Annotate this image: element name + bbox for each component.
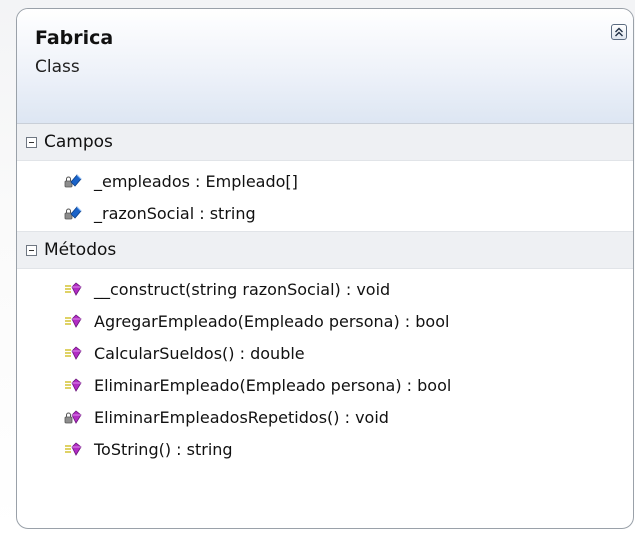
private-method-icon [64,410,82,424]
class-name: Fabrica [35,27,114,49]
method-text: EliminarEmpleadosRepetidos() : void [94,407,389,427]
class-header[interactable]: Fabrica Class [17,9,633,124]
public-method-icon [65,314,82,328]
methods-list: __construct(string razonSocial) : void A… [17,269,633,465]
class-diagram-canvas: Fabrica Class Campos _empleados: Emplea… [0,0,635,536]
field-text: _razonSocial : string [94,203,256,223]
method-text: CalcularSueldos() : double [94,343,305,363]
public-method-icon [65,442,82,456]
method-row[interactable]: CalcularSueldos() : double [17,337,633,369]
public-method-icon [65,282,82,296]
method-row[interactable]: EliminarEmpleado(Empleado persona) : boo… [17,369,633,401]
public-method-icon [65,378,82,392]
field-row[interactable]: _razonSocial : string [17,197,633,229]
collapse-methods-toggle[interactable] [26,244,37,256]
field-row[interactable]: _empleados : Empleado[] [17,165,633,197]
method-row[interactable]: AgregarEmpleado(Empleado persona) : bool [17,305,633,337]
method-row[interactable]: __construct(string razonSocial) : void [17,273,633,305]
section-header-methods[interactable]: Métodos [17,231,633,269]
method-text: AgregarEmpleado(Empleado persona) : bool [94,311,450,331]
section-header-fields[interactable]: Campos [17,124,633,161]
fields-list: _empleados : Empleado[] _razonSocial : s… [17,161,633,231]
section-label-methods: Métodos [44,240,117,260]
private-field-icon [64,174,82,188]
class-shape[interactable]: Fabrica Class Campos _empleados: Emplea… [16,8,634,529]
public-method-icon [65,346,82,360]
double-chevron-up-icon [615,27,623,37]
section-label-fields: Campos [44,132,113,152]
method-text: ToString() : string [94,439,233,459]
method-text: EliminarEmpleado(Empleado persona) : boo… [94,375,452,395]
field-text: _empleados : Empleado[] [94,171,298,191]
collapse-fields-toggle[interactable] [26,136,37,148]
private-field-icon [64,206,82,220]
collapse-shape-button[interactable] [611,24,627,40]
method-row[interactable]: ToString() : string [17,433,633,465]
class-kind: Class [35,57,80,77]
method-text: __construct(string razonSocial) : void [94,279,391,299]
method-row[interactable]: EliminarEmpleadosRepetidos() : void [17,401,633,433]
